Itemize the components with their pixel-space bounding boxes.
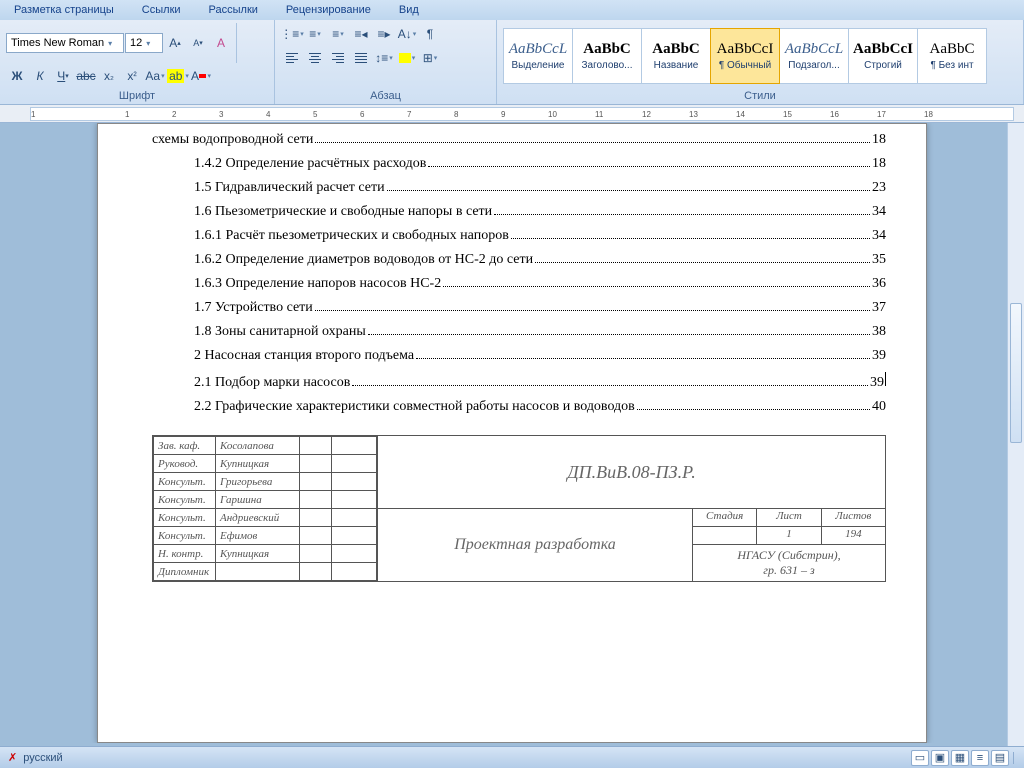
font-group-label: Шрифт	[6, 88, 268, 104]
style-item-2[interactable]: AaBbCНазвание	[641, 28, 711, 84]
tab-page-layout[interactable]: Разметка страницы	[0, 2, 128, 18]
web-layout-view-button[interactable]: ▦	[951, 750, 969, 766]
styles-gallery[interactable]: AaBbCcLВыделениеAaBbCЗаголово...AaBbCНаз…	[503, 28, 986, 84]
toc-entry: 1.6.2 Определение диаметров водоводов от…	[152, 252, 886, 268]
toc-entry: 2.1 Подбор марки насосов39	[152, 372, 886, 391]
styles-group-label: Стили	[503, 88, 1017, 104]
toc-entry: 2 Насосная станция второго подъема39	[152, 348, 886, 364]
style-item-0[interactable]: AaBbCcLВыделение	[503, 28, 573, 84]
change-case-button[interactable]: Aa	[144, 65, 166, 87]
subscript-button[interactable]: x₂	[98, 65, 120, 87]
tab-mailings[interactable]: Рассылки	[195, 2, 272, 18]
style-item-1[interactable]: AaBbCЗаголово...	[572, 28, 642, 84]
stamp-value-stage	[693, 527, 757, 544]
bold-button[interactable]: Ж	[6, 65, 28, 87]
style-item-4[interactable]: AaBbCcLПодзагол...	[779, 28, 849, 84]
toc-entry: 2.2 Графические характеристики совместно…	[152, 399, 886, 415]
stamp-code: ДП.ВиВ.08-ПЗ.Р.	[378, 436, 885, 509]
tab-references[interactable]: Ссылки	[128, 2, 195, 18]
tab-view[interactable]: Вид	[385, 2, 433, 18]
align-center-button[interactable]	[304, 47, 326, 69]
highlight-button[interactable]: ab	[167, 65, 189, 87]
language-indicator[interactable]: русский	[23, 752, 62, 764]
show-hide-button[interactable]: ¶	[419, 23, 441, 45]
toc-entry: схемы водопроводной сети18	[152, 132, 886, 148]
borders-button[interactable]: ⊞	[419, 47, 441, 69]
stamp-value-sheets: 194	[822, 527, 885, 544]
stamp-header-sheet: Лист	[757, 509, 821, 526]
document-area[interactable]: схемы водопроводной сети18 1.4.2 Определе…	[0, 123, 1024, 743]
stamp-value-sheet: 1	[757, 527, 821, 544]
draft-view-button[interactable]: ▤	[991, 750, 1009, 766]
grow-font-button[interactable]: A▴	[164, 32, 186, 54]
italic-button[interactable]: К	[29, 65, 51, 87]
superscript-button[interactable]: x²	[121, 65, 143, 87]
scroll-thumb[interactable]	[1010, 303, 1022, 443]
toc-entry: 1.6.1 Расчёт пьезометрических и свободны…	[152, 228, 886, 244]
stamp-header-sheets: Листов	[822, 509, 885, 526]
vertical-scrollbar[interactable]	[1007, 123, 1024, 746]
stamp-org: НГАСУ (Сибстрин),гр. 631 – з	[693, 545, 885, 581]
multilevel-button[interactable]: ≡	[327, 23, 349, 45]
shrink-font-button[interactable]: A▾	[187, 32, 209, 54]
justify-button[interactable]	[350, 47, 372, 69]
increase-indent-button[interactable]: ≡▸	[373, 23, 395, 45]
font-size-combo[interactable]: 12▾	[125, 33, 163, 53]
font-name-combo[interactable]: Times New Roman▾	[6, 33, 124, 53]
style-item-6[interactable]: AaBbC¶ Без инт	[917, 28, 987, 84]
underline-button[interactable]: Ч▾	[52, 65, 74, 87]
style-item-5[interactable]: AaBbCcIСтрогий	[848, 28, 918, 84]
toc-entry: 1.6 Пьезометрические и свободные напоры …	[152, 204, 886, 220]
ribbon: Times New Roman▾ 12▾ A▴ A▾ A Ж К Ч▾ abc …	[0, 20, 1024, 105]
line-spacing-button[interactable]: ↕≡	[373, 47, 395, 69]
horizontal-ruler[interactable]: 1123456789101112131415161718	[0, 105, 1024, 123]
toc-entry: 1.5 Гидравлический расчет сети23	[152, 180, 886, 196]
strikethrough-button[interactable]: abc	[75, 65, 97, 87]
align-left-button[interactable]	[281, 47, 303, 69]
toc-entry: 1.6.3 Определение напоров насосов НС-236	[152, 276, 886, 292]
toc-entry: 1.4.2 Определение расчётных расходов18	[152, 156, 886, 172]
tab-review[interactable]: Рецензирование	[272, 2, 385, 18]
ribbon-tabs: Разметка страницы Ссылки Рассылки Реценз…	[0, 0, 1024, 20]
numbering-button[interactable]: ≡	[304, 23, 326, 45]
title-block: Зав. каф.КосолаповаРуковод.КупницкаяКонс…	[152, 435, 886, 582]
sort-button[interactable]: A↓	[396, 23, 418, 45]
toc-entry: 1.8 Зоны санитарной охраны38	[152, 324, 886, 340]
style-item-3[interactable]: AaBbCcI¶ Обычный	[710, 28, 780, 84]
clear-formatting-button[interactable]: A	[210, 32, 232, 54]
font-color-button[interactable]: A	[190, 65, 212, 87]
stamp-header-stage: Стадия	[693, 509, 757, 526]
decrease-indent-button[interactable]: ≡◂	[350, 23, 372, 45]
print-layout-view-button[interactable]: ▭	[911, 750, 929, 766]
full-screen-view-button[interactable]: ▣	[931, 750, 949, 766]
stamp-title: Проектная разработка	[378, 509, 693, 581]
toc-entry: 1.7 Устройство сети37	[152, 300, 886, 316]
shading-button[interactable]	[396, 47, 418, 69]
page: схемы водопроводной сети18 1.4.2 Определе…	[97, 123, 927, 743]
paragraph-group-label: Абзац	[281, 88, 490, 104]
status-bar: ✗ русский ▭ ▣ ▦ ≡ ▤	[0, 746, 1024, 768]
align-right-button[interactable]	[327, 47, 349, 69]
spell-check-icon[interactable]: ✗	[8, 751, 17, 764]
bullets-button[interactable]: ⋮≡	[281, 23, 303, 45]
outline-view-button[interactable]: ≡	[971, 750, 989, 766]
